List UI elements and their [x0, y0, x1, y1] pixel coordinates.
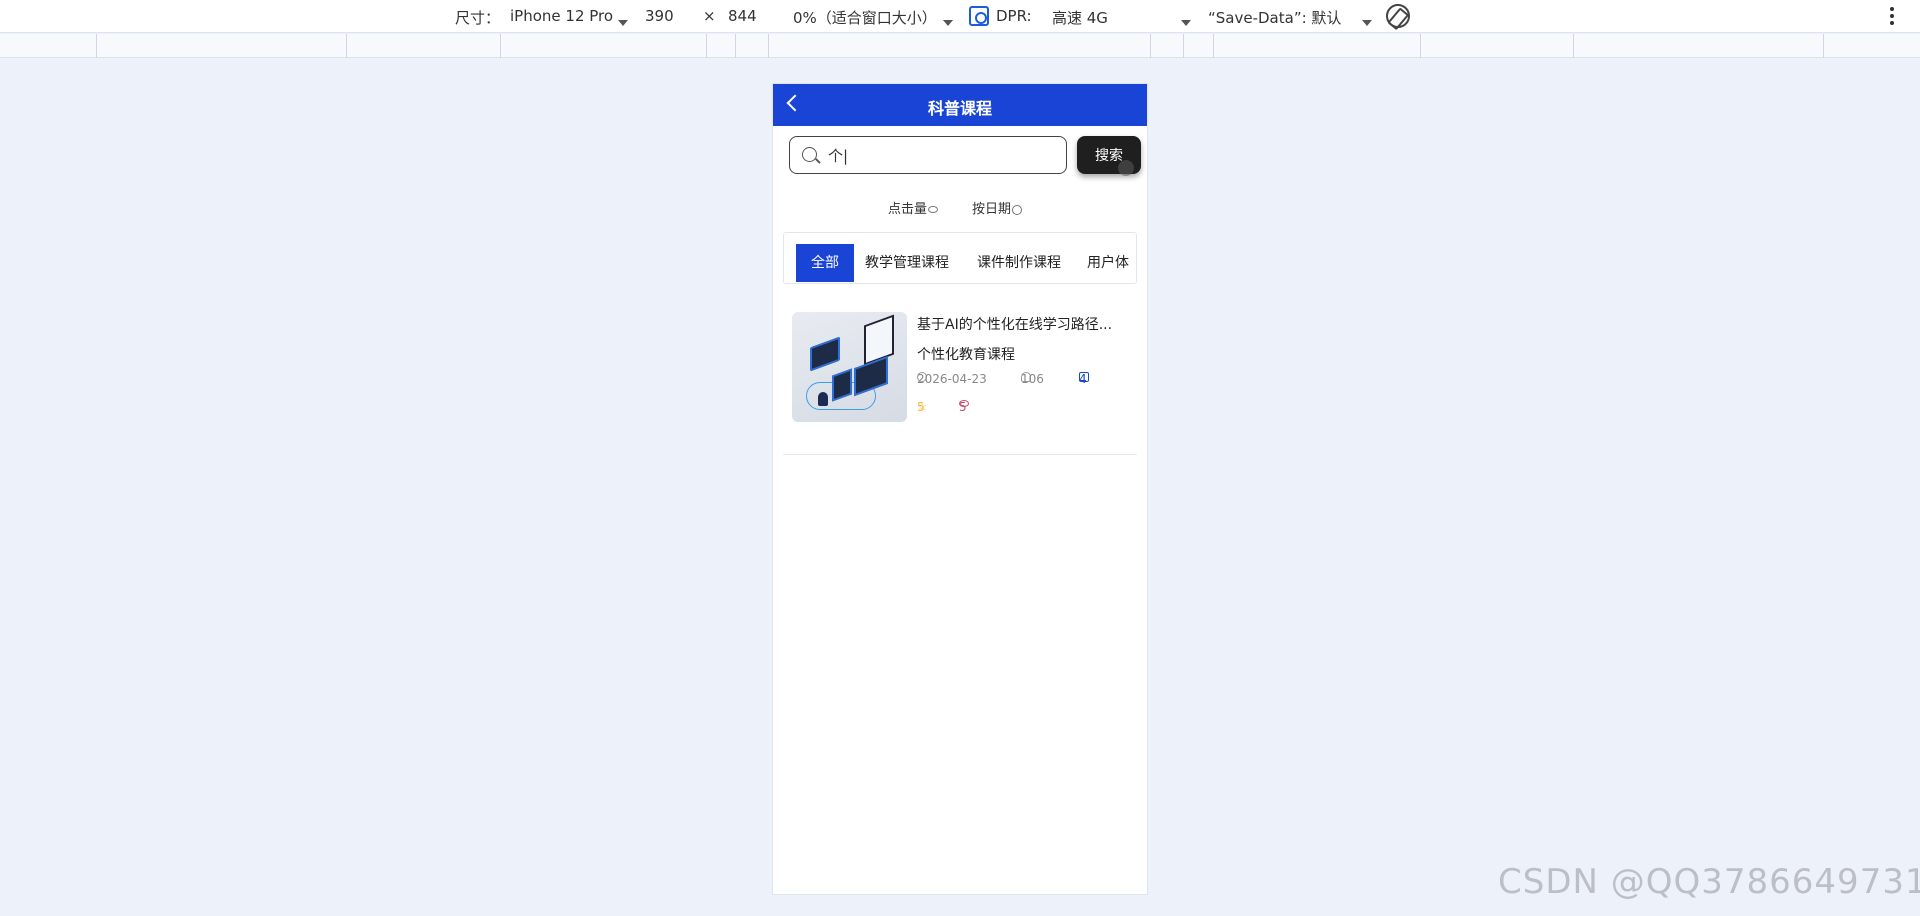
- tab-courseware-production[interactable]: 课件制作课程: [977, 244, 1061, 282]
- dpr-label: DPR:: [996, 7, 1032, 25]
- clock-icon: [1012, 204, 1023, 215]
- page-title: 科普课程: [927, 99, 992, 118]
- search-icon: [802, 147, 817, 162]
- phone-viewport: 科普课程 搜索 点击量 按日期 全部 教学管理课程 课件制作课程 用户体 基于A…: [773, 84, 1147, 894]
- eye-icon: [928, 206, 939, 213]
- size-label: 尺寸：: [455, 9, 501, 27]
- course-stars-text: 5: [917, 400, 925, 414]
- media-query-ruler: [0, 34, 1920, 58]
- watermark: CSDN @QQ3786649731: [1498, 862, 1920, 902]
- height-input[interactable]: 844: [728, 7, 757, 25]
- network-select[interactable]: 高速 4G: [1052, 7, 1108, 28]
- network-dropdown-icon[interactable]: [1181, 13, 1191, 31]
- zoom-select[interactable]: 0%（适合窗口大小）: [793, 7, 937, 28]
- course-likes-text: 4: [1079, 372, 1087, 386]
- tab-all[interactable]: 全部: [796, 244, 854, 282]
- course-category: 个性化教育课程: [917, 347, 1015, 363]
- sort-bar: 点击量 按日期: [773, 198, 1147, 218]
- sort-by-date[interactable]: 按日期: [972, 198, 1023, 217]
- more-options-icon[interactable]: [1890, 7, 1894, 25]
- touch-cursor-indicator: [1118, 160, 1134, 176]
- course-learners-text: 106: [1021, 372, 1044, 386]
- sort-by-clicks-label: 点击量: [888, 202, 928, 217]
- category-tabs: 全部 教学管理课程 课件制作课程 用户体: [783, 232, 1137, 284]
- zoom-dropdown-icon[interactable]: [943, 13, 953, 31]
- nav-bar: 科普课程: [773, 84, 1147, 126]
- devtools-toolbar: 尺寸： iPhone 12 Pro 390 × 844 0%（适合窗口大小） D…: [0, 0, 1920, 33]
- list-divider: [783, 454, 1137, 455]
- times-sign: ×: [703, 7, 716, 25]
- save-data-select[interactable]: “Save-Data”: 默认: [1208, 7, 1341, 28]
- rotate-icon[interactable]: [1381, 0, 1415, 33]
- device-select[interactable]: iPhone 12 Pro: [510, 7, 613, 25]
- search-row: 搜索: [789, 136, 1141, 176]
- course-thumbnail: [792, 312, 907, 422]
- course-card[interactable]: 基于AI的个性化在线学习路径... 个性化教育课程 2026-04-23 106…: [792, 312, 1132, 432]
- dpr-icon[interactable]: [969, 6, 989, 26]
- save-data-dropdown-icon[interactable]: [1362, 13, 1372, 31]
- course-date-text: 2026-04-23: [917, 372, 987, 386]
- device-dropdown-icon[interactable]: [618, 13, 628, 31]
- tab-user-experience[interactable]: 用户体: [1087, 244, 1129, 282]
- width-input[interactable]: 390: [645, 7, 674, 25]
- course-title: 基于AI的个性化在线学习路径...: [917, 317, 1113, 333]
- search-box[interactable]: [789, 136, 1067, 174]
- tab-teaching-management[interactable]: 教学管理课程: [865, 244, 949, 282]
- sort-by-date-label: 按日期: [972, 202, 1012, 217]
- course-views-text: 5: [959, 400, 967, 414]
- search-input[interactable]: [828, 144, 1058, 166]
- sort-by-clicks[interactable]: 点击量: [888, 198, 939, 217]
